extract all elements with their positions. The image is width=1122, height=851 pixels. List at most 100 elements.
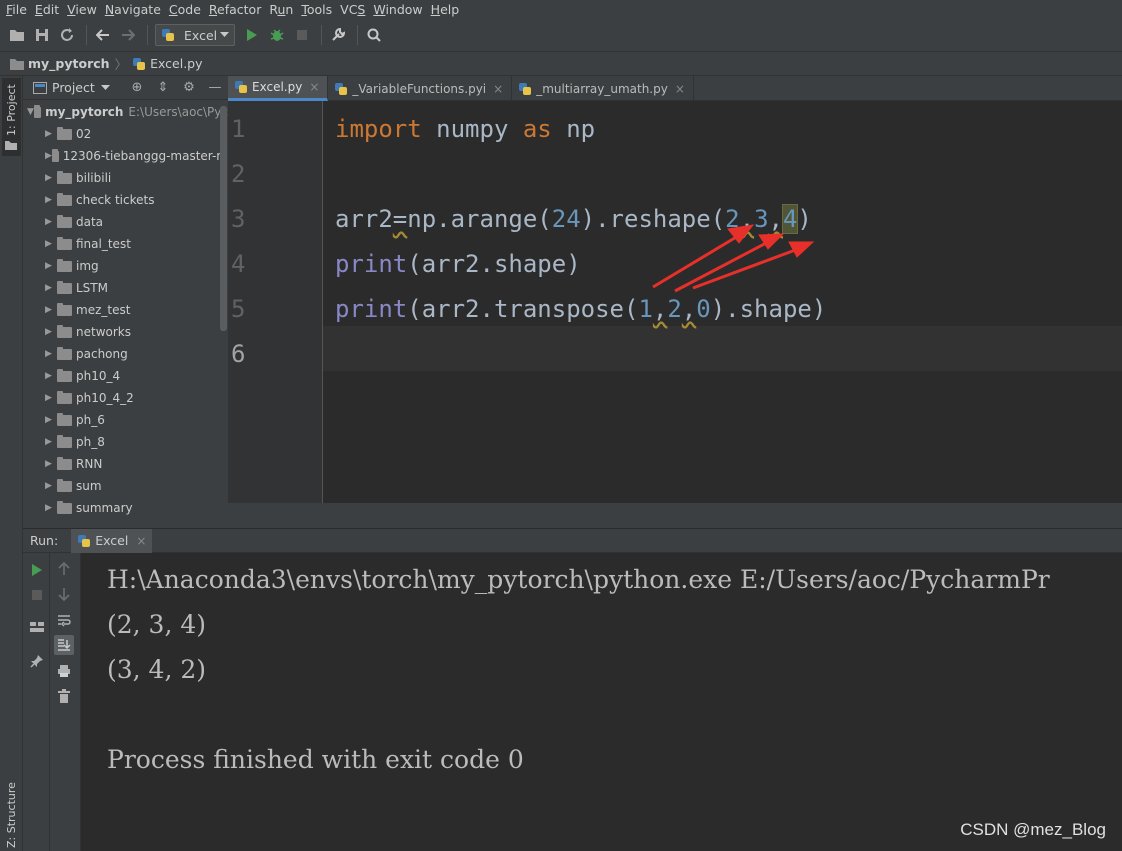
collapsed-arrow-icon[interactable]: ▶ — [45, 239, 57, 249]
tree-root-name: my_pytorch — [45, 105, 124, 119]
stop-icon[interactable] — [27, 585, 47, 605]
tree-folder-item[interactable]: ▶ check tickets — [23, 189, 228, 211]
menu-item[interactable]: Refactor — [205, 2, 265, 17]
collapsed-arrow-icon[interactable]: ▶ — [45, 327, 57, 337]
collapsed-arrow-icon[interactable]: ▶ — [45, 151, 52, 161]
close-icon[interactable]: × — [309, 80, 319, 94]
menu-item[interactable]: Window — [369, 2, 426, 17]
collapsed-arrow-icon[interactable]: ▶ — [45, 261, 57, 271]
menu-item[interactable]: Run — [265, 2, 297, 17]
layout-icon[interactable] — [27, 617, 47, 637]
trash-icon[interactable] — [54, 686, 74, 706]
run-icon[interactable] — [241, 24, 263, 46]
folder-icon — [51, 148, 59, 162]
expanded-arrow-icon[interactable]: ▼ — [27, 107, 34, 117]
editor-tab[interactable]: _multiarray_umath.py × — [512, 76, 694, 101]
tree-folder-label: bilibili — [76, 171, 112, 185]
breadcrumb-separator: 〉 — [114, 57, 128, 72]
structure-tool-button[interactable]: Z: Structure — [2, 782, 21, 850]
collapsed-arrow-icon[interactable]: ▶ — [45, 305, 57, 315]
open-folder-icon[interactable] — [6, 24, 28, 46]
menu-item[interactable]: File — [2, 2, 31, 17]
tree-folder-item[interactable]: ▶ ph10_4 — [23, 365, 228, 387]
tree-folder-item[interactable]: ▶ 12306-tiebanggg-master-m — [23, 145, 228, 167]
folder-icon — [10, 58, 24, 70]
menu-item[interactable]: Navigate — [101, 2, 165, 17]
collapse-all-icon[interactable]: ⇕ — [150, 80, 176, 95]
rerun-icon[interactable] — [27, 560, 47, 580]
collapsed-arrow-icon[interactable]: ▶ — [45, 393, 57, 403]
pin-icon[interactable] — [27, 651, 47, 671]
tree-folder-item[interactable]: ▶ summary — [23, 497, 228, 519]
tree-root[interactable]: ▼ my_pytorch E:\Users\aoc\Pyc — [23, 101, 228, 123]
collapsed-arrow-icon[interactable]: ▶ — [45, 503, 57, 513]
tree-folder-item[interactable]: ▶ pachong — [23, 343, 228, 365]
chevron-down-icon[interactable] — [100, 84, 110, 91]
tree-folder-item[interactable]: ▶ RNN — [23, 453, 228, 475]
editor-tab[interactable]: Excel.py × — [228, 76, 329, 101]
soft-wrap-icon[interactable] — [54, 610, 74, 630]
tree-folder-item[interactable]: ▶ ph_6 — [23, 409, 228, 431]
hide-icon[interactable]: — — [202, 80, 228, 95]
menu-item[interactable]: Help — [427, 2, 464, 17]
collapsed-arrow-icon[interactable]: ▶ — [45, 349, 57, 359]
close-icon[interactable]: × — [136, 534, 146, 548]
tree-folder-item[interactable]: ▶ img — [23, 255, 228, 277]
collapsed-arrow-icon[interactable]: ▶ — [45, 481, 57, 491]
locate-icon[interactable]: ⊕ — [124, 80, 150, 95]
arrow-down-icon[interactable] — [54, 584, 74, 604]
collapsed-arrow-icon[interactable]: ▶ — [45, 195, 57, 205]
tree-folder-item[interactable]: ▶ 02 — [23, 123, 228, 145]
tree-folder-item[interactable]: ▶ bilibili — [23, 167, 228, 189]
debug-icon[interactable] — [266, 24, 288, 46]
breadcrumb-project[interactable]: my_pytorch — [28, 56, 110, 71]
gear-icon[interactable]: ⚙ — [176, 80, 202, 95]
tree-folder-item[interactable]: ▶ ph_8 — [23, 431, 228, 453]
tree-folder-item[interactable]: ▶ mez_test — [23, 299, 228, 321]
tree-folder-item[interactable]: ▶ sum — [23, 475, 228, 497]
code-editor[interactable]: import numpy as np arr2=np.arange(24).res… — [323, 101, 1122, 503]
collapsed-arrow-icon[interactable]: ▶ — [45, 371, 57, 381]
project-scrollbar[interactable] — [220, 106, 227, 331]
run-tab[interactable]: Excel × — [71, 528, 153, 553]
menu-item-mnemonic: S — [357, 2, 366, 17]
tree-folder-item[interactable]: ▶ data — [23, 211, 228, 233]
breadcrumb-file[interactable]: Excel.py — [150, 56, 202, 71]
wrench-icon[interactable] — [327, 24, 349, 46]
run-configuration-dropdown[interactable]: Excel — [155, 24, 235, 46]
project-tool-button[interactable]: 1: Project — [2, 78, 21, 156]
back-arrow-icon[interactable] — [92, 24, 114, 46]
save-icon[interactable] — [31, 24, 53, 46]
code-token: 0 — [696, 295, 711, 323]
stop-icon[interactable] — [291, 24, 313, 46]
collapsed-arrow-icon[interactable]: ▶ — [45, 459, 57, 469]
menu-item[interactable]: Edit — [31, 2, 63, 17]
forward-arrow-icon[interactable] — [117, 24, 139, 46]
menu-item[interactable]: View — [63, 2, 101, 17]
collapsed-arrow-icon[interactable]: ▶ — [45, 217, 57, 227]
tree-folder-item[interactable]: ▶ final_test — [23, 233, 228, 255]
scroll-to-end-icon[interactable] — [54, 635, 74, 655]
annotation-arrow-head — [788, 241, 815, 258]
collapsed-arrow-icon[interactable]: ▶ — [45, 415, 57, 425]
menu-item[interactable]: VCS — [336, 2, 369, 17]
tree-folder-label: check tickets — [76, 193, 155, 207]
arrow-up-icon[interactable] — [54, 559, 74, 579]
project-view-selector[interactable]: Project — [52, 80, 95, 95]
search-icon[interactable] — [363, 24, 385, 46]
collapsed-arrow-icon[interactable]: ▶ — [45, 283, 57, 293]
print-icon[interactable] — [54, 661, 74, 681]
collapsed-arrow-icon[interactable]: ▶ — [45, 129, 57, 139]
menu-item[interactable]: Code — [165, 2, 205, 17]
collapsed-arrow-icon[interactable]: ▶ — [45, 437, 57, 447]
close-icon[interactable]: × — [675, 82, 685, 96]
tree-folder-item[interactable]: ▶ networks — [23, 321, 228, 343]
editor-tab[interactable]: _VariableFunctions.pyi × — [328, 76, 513, 101]
menu-item[interactable]: Tools — [297, 2, 336, 17]
close-icon[interactable]: × — [493, 82, 503, 96]
sync-icon[interactable] — [56, 24, 78, 46]
collapsed-arrow-icon[interactable]: ▶ — [45, 173, 57, 183]
tree-folder-item[interactable]: ▶ ph10_4_2 — [23, 387, 228, 409]
run-console-output[interactable]: H:\Anaconda3\envs\torch\my_pytorch\pytho… — [81, 553, 1122, 851]
tree-folder-item[interactable]: ▶ LSTM — [23, 277, 228, 299]
